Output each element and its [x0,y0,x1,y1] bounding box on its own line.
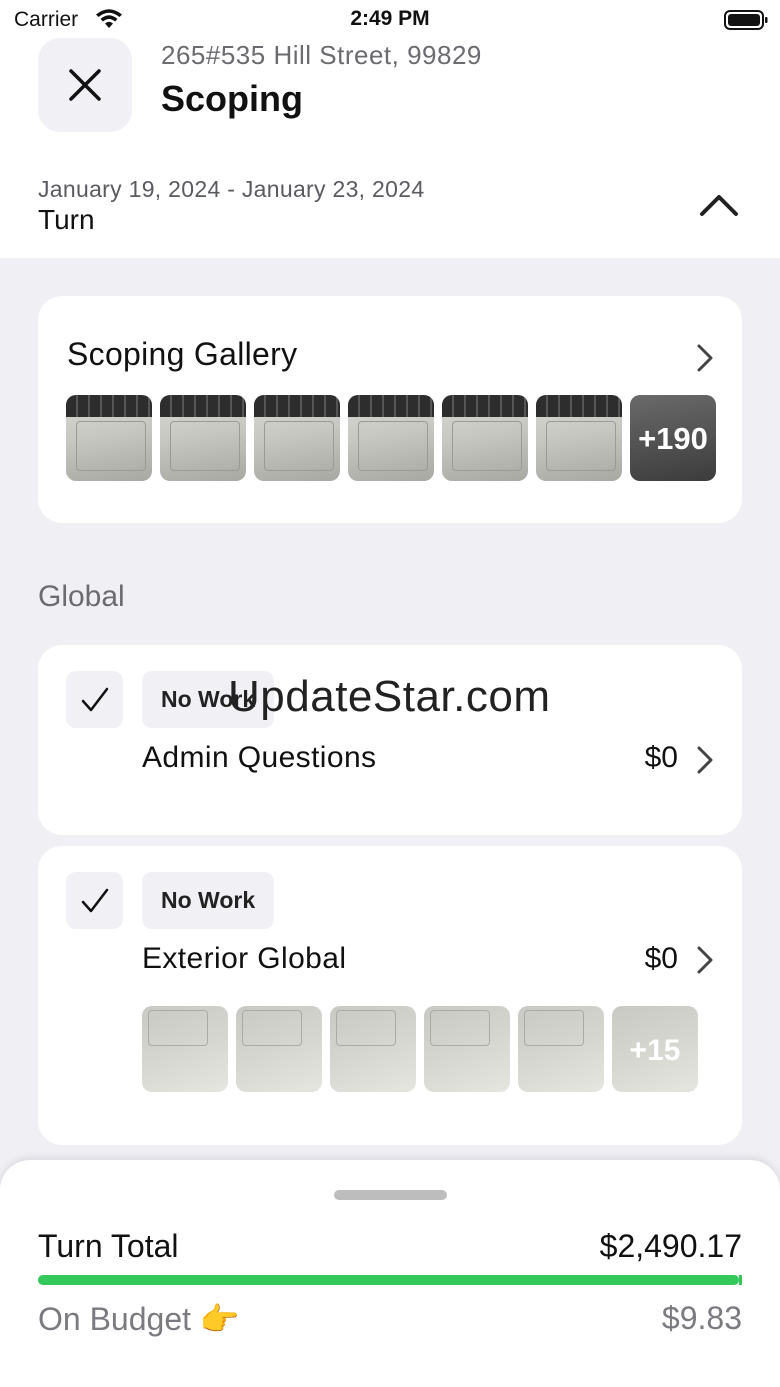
checkbox[interactable] [66,671,123,728]
budget-status-label: On Budget 👉 [38,1301,240,1337]
photo-thumbnail[interactable] [142,1006,228,1092]
budget-summary-sheet[interactable]: Turn Total $2,490.17 On Budget 👉 $9.83 [0,1160,780,1387]
no-work-badge: No Work [142,872,275,929]
photo-thumbnail[interactable] [348,395,434,481]
more-photos-count: +15 [629,1034,681,1067]
photo-thumbnail[interactable] [236,1006,322,1092]
budget-remaining-value: $9.83 [661,1300,742,1336]
scoping-gallery-card[interactable]: Scoping Gallery +190 [38,296,742,523]
more-photos-thumbnail[interactable]: +190 [630,395,716,481]
total-value: $2,490.17 [599,1228,742,1264]
no-work-badge: No Work [142,671,275,728]
chevron-up-icon[interactable] [698,190,740,220]
gallery-title: Scoping Gallery [67,336,298,372]
date-range: January 19, 2024 - January 23, 2024 [38,176,425,202]
checkmark-icon [81,888,108,912]
property-address: 265#535 Hill Street, 99829 [161,40,482,70]
photo-thumbnail[interactable] [160,395,246,481]
item-thumbnails: +15 [142,1006,698,1092]
header-area: Carrier 2:49 PM 265#535 Hill Street, 998… [0,0,780,258]
more-photos-count: +190 [638,421,708,456]
photo-thumbnail[interactable] [536,395,622,481]
item-title: Admin Questions [142,741,377,774]
close-icon [69,69,101,101]
scope-item-card[interactable]: No Work Admin Questions $0 [38,645,742,835]
budget-progress-end [739,1275,742,1285]
photo-thumbnail[interactable] [66,395,152,481]
photo-thumbnail[interactable] [442,395,528,481]
total-label: Turn Total [38,1228,179,1264]
checkmark-icon [81,687,108,711]
more-photos-thumbnail[interactable]: +15 [612,1006,698,1092]
chevron-right-icon [697,746,713,774]
scope-item-card[interactable]: No Work Exterior Global $0 +15 [38,846,742,1145]
checkbox[interactable] [66,872,123,929]
battery-icon [724,10,768,30]
item-price: $0 [644,741,678,774]
close-button[interactable] [38,38,132,132]
section-heading: Global [38,580,125,613]
photo-thumbnail[interactable] [254,395,340,481]
budget-progress-bar [38,1275,742,1285]
clock: 2:49 PM [350,7,430,30]
chevron-right-icon [697,946,713,974]
item-price: $0 [644,942,678,975]
photo-thumbnail[interactable] [424,1006,510,1092]
status-bar: Carrier 2:49 PM [0,0,780,40]
photo-thumbnail[interactable] [518,1006,604,1092]
photo-thumbnail[interactable] [330,1006,416,1092]
chevron-right-icon [697,344,713,372]
job-type: Turn [38,204,95,235]
sheet-drag-handle[interactable] [334,1190,447,1200]
page-title: Scoping [161,78,303,119]
gallery-thumbnails: +190 [66,395,716,481]
item-title: Exterior Global [142,942,347,975]
budget-progress-fill [38,1275,740,1285]
